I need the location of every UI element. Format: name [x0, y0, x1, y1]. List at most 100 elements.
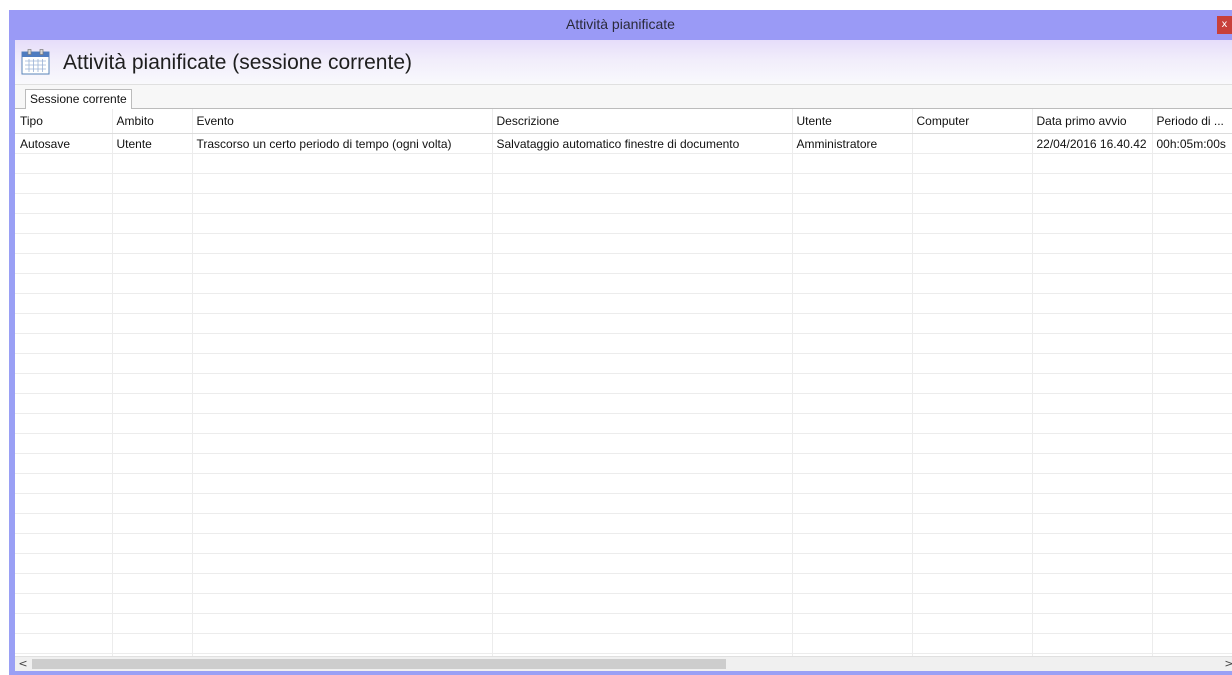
empty-cell [792, 613, 913, 634]
empty-cell [1152, 553, 1232, 574]
empty-cell [15, 573, 113, 594]
empty-row [15, 453, 1232, 474]
empty-cell [15, 173, 113, 194]
empty-row [15, 193, 1232, 214]
empty-cell [15, 213, 113, 234]
title-bar[interactable]: Attività pianificate x [9, 10, 1232, 40]
empty-cell [1152, 593, 1232, 614]
column-header-data-primo-avvio[interactable]: Data primo avvio [1032, 109, 1153, 134]
empty-cell [492, 573, 793, 594]
empty-cell [492, 213, 793, 234]
empty-cell [1032, 253, 1153, 274]
close-button[interactable]: x [1217, 16, 1232, 34]
empty-cell [112, 413, 193, 434]
empty-cell [1032, 553, 1153, 574]
empty-cell [112, 253, 193, 274]
cell-computer [912, 133, 1033, 154]
empty-cell [792, 513, 913, 534]
empty-cell [15, 593, 113, 614]
empty-cell [192, 433, 493, 454]
empty-cell [15, 453, 113, 474]
empty-cell [492, 253, 793, 274]
column-header-tipo[interactable]: Tipo [15, 109, 113, 134]
scrollbar-thumb[interactable] [32, 659, 726, 669]
empty-cell [192, 453, 493, 474]
empty-cell [792, 233, 913, 254]
empty-cell [15, 473, 113, 494]
tab-sessione-corrente[interactable]: Sessione corrente [25, 89, 132, 110]
calendar-icon [21, 49, 50, 75]
empty-cell [192, 373, 493, 394]
cell-tipo: Autosave [15, 133, 113, 154]
empty-cell [1032, 413, 1153, 434]
empty-cell [15, 193, 113, 214]
empty-cell [1032, 293, 1153, 314]
empty-cell [112, 533, 193, 554]
page-title: Attività pianificate (sessione corrente) [63, 51, 412, 74]
empty-cell [15, 513, 113, 534]
column-header-ambito[interactable]: Ambito [112, 109, 193, 134]
empty-cell [192, 533, 493, 554]
scroll-right-arrow-icon[interactable]: > [1222, 657, 1232, 671]
column-header-periodo[interactable]: Periodo di ... [1152, 109, 1232, 134]
scroll-left-arrow-icon[interactable]: < [16, 657, 30, 671]
empty-cell [492, 173, 793, 194]
empty-cell [912, 413, 1033, 434]
empty-cell [1032, 313, 1153, 334]
empty-cell [112, 233, 193, 254]
empty-cell [15, 633, 113, 654]
column-header-evento[interactable]: Evento [192, 109, 493, 134]
column-header-computer[interactable]: Computer [912, 109, 1033, 134]
empty-cell [1032, 573, 1153, 594]
page-header: Attività pianificate (sessione corrente) [15, 40, 1232, 84]
empty-cell [792, 153, 913, 174]
empty-cell [192, 353, 493, 374]
empty-cell [1032, 333, 1153, 354]
empty-cell [112, 353, 193, 374]
empty-cell [15, 413, 113, 434]
empty-cell [15, 253, 113, 274]
empty-row [15, 173, 1232, 194]
empty-row [15, 533, 1232, 554]
empty-cell [492, 493, 793, 514]
column-header-descrizione[interactable]: Descrizione [492, 109, 793, 134]
empty-cell [15, 233, 113, 254]
empty-cell [1032, 213, 1153, 234]
empty-cell [1152, 513, 1232, 534]
empty-cell [192, 193, 493, 214]
empty-row [15, 513, 1232, 534]
empty-row [15, 633, 1232, 654]
empty-cell [1152, 193, 1232, 214]
empty-cell [792, 333, 913, 354]
empty-cell [1152, 613, 1232, 634]
empty-row [15, 273, 1232, 294]
empty-cell [912, 233, 1033, 254]
tasks-table[interactable]: Tipo Ambito Evento Descrizione Utente Co… [15, 109, 1232, 656]
column-header-utente[interactable]: Utente [792, 109, 913, 134]
empty-cell [1152, 353, 1232, 374]
empty-cell [492, 293, 793, 314]
table-row[interactable]: Autosave Utente Trascorso un certo perio… [15, 133, 1232, 154]
horizontal-scrollbar[interactable]: < > [15, 656, 1232, 671]
empty-cell [1152, 273, 1232, 294]
empty-row [15, 153, 1232, 174]
empty-row [15, 393, 1232, 414]
empty-cell [792, 193, 913, 214]
empty-cell [112, 593, 193, 614]
empty-cell [112, 373, 193, 394]
empty-row [15, 413, 1232, 434]
empty-cell [1032, 153, 1153, 174]
empty-cell [112, 553, 193, 574]
empty-row [15, 233, 1232, 254]
scheduled-tasks-window: Attività pianificate x Attività pianific… [9, 10, 1232, 675]
empty-cell [912, 253, 1033, 274]
empty-cell [192, 593, 493, 614]
empty-cell [15, 333, 113, 354]
empty-cell [492, 553, 793, 574]
empty-cell [15, 353, 113, 374]
empty-cell [492, 453, 793, 474]
empty-cell [1152, 533, 1232, 554]
empty-cell [1032, 273, 1153, 294]
empty-cell [192, 393, 493, 414]
empty-cell [792, 533, 913, 554]
